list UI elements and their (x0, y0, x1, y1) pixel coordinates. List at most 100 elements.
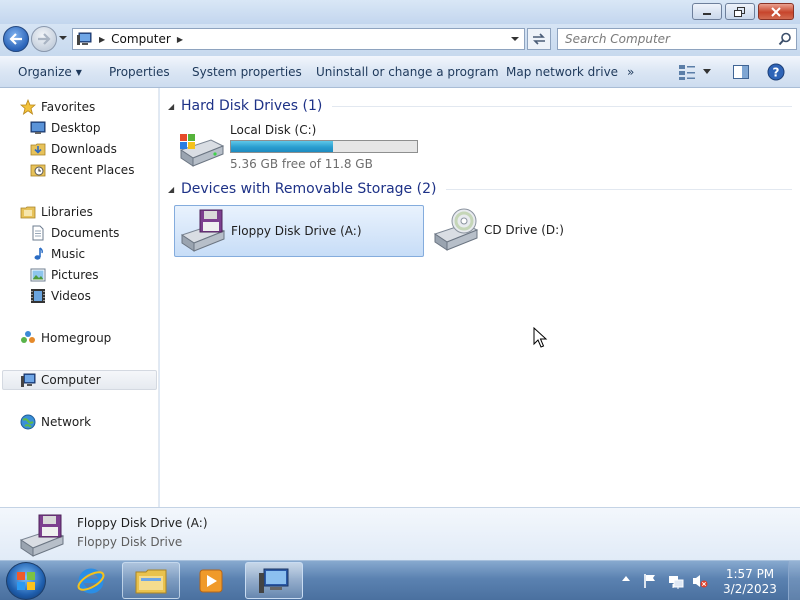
floppy-drive-icon (19, 514, 65, 557)
change-view-icon[interactable] (678, 63, 696, 81)
drive-tile-cd-d[interactable]: CD Drive (D:) (428, 205, 678, 257)
system-properties-button[interactable]: System properties (192, 56, 302, 88)
internet-explorer-icon (77, 568, 105, 593)
close-icon (771, 6, 781, 17)
uninstall-program-button[interactable]: Uninstall or change a program (316, 56, 499, 88)
search-icon[interactable] (778, 32, 792, 46)
details-pane: Floppy Disk Drive (A:) Floppy Disk Drive (0, 507, 800, 560)
nav-music-label: Music (51, 247, 86, 261)
drive-tile-floppy-a[interactable]: Floppy Disk Drive (A:) (174, 205, 424, 257)
forward-button[interactable] (31, 26, 57, 52)
nav-videos[interactable]: Videos (30, 286, 91, 306)
nav-recent-places-label: Recent Places (51, 163, 135, 177)
map-network-drive-button[interactable]: Map network drive (506, 56, 618, 88)
chevron-down-icon: ▼ (75, 68, 82, 77)
action-center-flag-icon[interactable] (643, 573, 657, 589)
window-controls (692, 3, 794, 20)
nav-pictures-label: Pictures (51, 268, 99, 282)
drive-tile-local-disk-c[interactable]: Local Disk (C:) 5.36 GB free of 11.8 GB (174, 123, 424, 173)
drive-a-name: Floppy Disk Drive (A:) (231, 224, 362, 238)
breadcrumb-computer[interactable]: Computer (111, 32, 171, 46)
minimize-button[interactable] (692, 3, 722, 20)
address-bar[interactable]: ▶ Computer ▶ (72, 28, 525, 50)
windows-explorer-icon (135, 569, 167, 593)
network-status-icon[interactable] (668, 573, 684, 589)
restore-icon (734, 6, 745, 17)
speaker-muted-icon[interactable] (692, 573, 708, 589)
nav-documents[interactable]: Documents (30, 223, 119, 243)
group-header-removable-storage[interactable]: ◢ Devices with Removable Storage (2) (168, 179, 792, 199)
details-item-type: Floppy Disk Drive (77, 535, 183, 549)
homegroup-icon (21, 331, 35, 343)
drive-c-capacity-bar (230, 140, 418, 153)
refresh-button[interactable] (527, 28, 551, 50)
start-button[interactable] (6, 562, 46, 600)
navigation-pane: Favorites Desktop Downloads Recent Place… (0, 88, 159, 507)
taskbar-windows-explorer[interactable] (122, 562, 180, 599)
nav-homegroup[interactable]: Homegroup (20, 328, 111, 348)
music-note-icon (34, 247, 43, 260)
nav-favorites[interactable]: Favorites (20, 97, 95, 117)
recent-pages-dropdown-icon[interactable] (58, 34, 68, 42)
command-bar: Organize ▼ Properties System properties U… (0, 56, 800, 88)
back-arrow-icon (9, 33, 22, 45)
window-title-bar[interactable] (0, 0, 800, 24)
group-title-removable-storage: Devices with Removable Storage (2) (181, 181, 437, 197)
organize-menu-button[interactable]: Organize ▼ (18, 56, 82, 88)
show-desktop-button[interactable] (788, 561, 800, 600)
nav-pictures[interactable]: Pictures (30, 265, 99, 285)
nav-desktop[interactable]: Desktop (30, 118, 101, 138)
group-header-hard-disk-drives[interactable]: ◢ Hard Disk Drives (1) (168, 96, 792, 116)
address-row: ▶ Computer ▶ (0, 24, 800, 56)
breadcrumb-child-arrow-icon[interactable]: ▶ (177, 35, 183, 44)
recent-places-icon (30, 164, 46, 177)
search-box (557, 28, 797, 50)
nav-recent-places[interactable]: Recent Places (30, 160, 134, 180)
clock-date: 3/2/2023 (723, 582, 777, 596)
minimize-icon (703, 12, 711, 15)
more-commands-button[interactable]: » (627, 56, 634, 88)
taskbar-internet-explorer[interactable] (62, 562, 120, 599)
network-globe-icon (20, 414, 36, 430)
collapse-triangle-icon[interactable]: ◢ (168, 185, 178, 194)
preview-pane-icon[interactable] (732, 63, 750, 81)
nav-libraries[interactable]: Libraries (20, 202, 93, 222)
nav-homegroup-label: Homegroup (41, 331, 112, 345)
collapse-triangle-icon[interactable]: ◢ (168, 102, 178, 111)
content-pane: ◢ Hard Disk Drives (1) Local Disk (C:) 5… (160, 88, 800, 507)
drive-d-name: CD Drive (D:) (484, 223, 564, 237)
view-options-dropdown-icon[interactable] (702, 68, 712, 76)
computer-icon (21, 373, 36, 387)
nav-downloads-label: Downloads (51, 142, 117, 156)
videos-film-icon (31, 289, 45, 303)
computer-window-icon (259, 568, 289, 593)
properties-button[interactable]: Properties (109, 56, 170, 88)
nav-downloads[interactable]: Downloads (30, 139, 117, 159)
mouse-pointer-icon (533, 327, 548, 348)
nav-desktop-label: Desktop (51, 121, 101, 135)
back-button[interactable] (3, 26, 29, 52)
nav-videos-label: Videos (51, 289, 91, 303)
nav-network[interactable]: Network (20, 412, 91, 432)
clock-time: 1:57 PM (725, 567, 775, 581)
breadcrumb-root-arrow-icon[interactable]: ▶ (99, 35, 105, 44)
show-hidden-icons-arrow-icon[interactable] (621, 573, 631, 585)
help-icon[interactable]: ? (767, 63, 785, 81)
nav-network-label: Network (41, 415, 92, 429)
downloads-folder-icon (30, 143, 46, 156)
taskbar-media-player[interactable] (182, 562, 240, 599)
address-dropdown-icon[interactable] (510, 35, 520, 43)
restore-button[interactable] (725, 3, 755, 20)
refresh-icon (533, 33, 545, 45)
group-divider (332, 105, 792, 107)
nav-music[interactable]: Music (30, 244, 85, 264)
taskbar-clock[interactable]: 1:57 PM 3/2/2023 (714, 567, 786, 597)
taskbar-computer-window[interactable] (245, 562, 303, 599)
organize-label: Organize (18, 65, 72, 79)
svg-text:?: ? (773, 66, 780, 80)
taskbar: 1:57 PM 3/2/2023 (0, 560, 800, 600)
nav-computer[interactable]: Computer (2, 370, 157, 390)
search-input[interactable] (558, 29, 768, 49)
details-item-name: Floppy Disk Drive (A:) (77, 516, 208, 530)
close-button[interactable] (758, 3, 794, 20)
